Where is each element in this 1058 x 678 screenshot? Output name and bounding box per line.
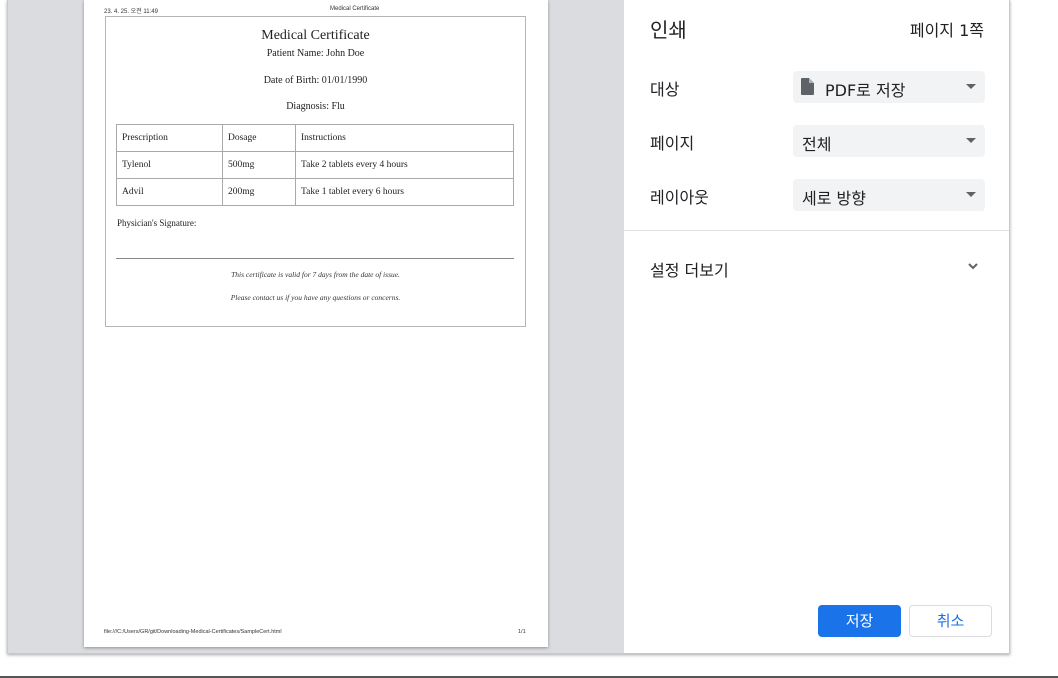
pages-select[interactable]: 전체: [793, 125, 985, 157]
table-cell: Take 2 tablets every 4 hours: [295, 151, 514, 179]
more-settings-label: 설정 더보기: [650, 261, 729, 280]
header-instructions: Instructions: [295, 124, 514, 152]
page-footer-path: file:///C:/Users/GR/git/Downloading-Medi…: [104, 629, 282, 635]
layout-value: 세로 방향: [802, 189, 866, 208]
certificate-box: Medical Certificate Patient Name: John D…: [105, 16, 526, 327]
table-row: Advil 200mg Take 1 tablet every 6 hours: [116, 178, 514, 206]
diagnosis: Diagnosis: Flu: [286, 101, 345, 112]
signature-line: [116, 258, 514, 259]
table-header-row: Prescription Dosage Instructions: [116, 124, 514, 152]
print-dialog: 23. 4. 25. 오전 11:49 Medical Certificate …: [7, 0, 1010, 654]
settings-divider: [624, 230, 1009, 231]
document-icon: [801, 78, 814, 95]
pages-label: 페이지: [650, 134, 695, 153]
certificate-title: Medical Certificate: [261, 28, 370, 43]
destination-label: 대상: [650, 80, 680, 99]
chevron-down-icon: [966, 84, 976, 89]
date-of-birth: Date of Birth: 01/01/1990: [263, 75, 368, 86]
chevron-down-icon: [966, 138, 976, 143]
print-settings-panel: 인쇄 페이지 1쪽 대상 PDF로 저장 페이지 전체 레이아웃 세로 방향 설…: [624, 0, 1009, 653]
layout-label: 레이아웃: [650, 188, 709, 207]
print-preview-area: 23. 4. 25. 오전 11:49 Medical Certificate …: [8, 0, 624, 653]
header-dosage: Dosage: [222, 124, 296, 152]
more-settings-toggle[interactable]: 설정 더보기: [624, 250, 1009, 284]
table-cell: 500mg: [222, 151, 296, 179]
prescription-table: Prescription Dosage Instructions Tylenol…: [116, 124, 514, 206]
page-header-datetime: 23. 4. 25. 오전 11:49: [104, 9, 158, 15]
destination-select[interactable]: PDF로 저장: [793, 71, 985, 103]
header-prescription: Prescription: [116, 124, 223, 152]
chevron-down-icon: [968, 263, 978, 270]
save-button[interactable]: 저장: [818, 605, 901, 637]
layout-select[interactable]: 세로 방향: [793, 179, 985, 211]
patient-name: Patient Name: John Doe: [266, 48, 365, 59]
cancel-button[interactable]: 취소: [909, 605, 992, 637]
preview-page: 23. 4. 25. 오전 11:49 Medical Certificate …: [84, 0, 548, 647]
page-header-title: Medical Certificate: [330, 6, 380, 12]
pages-value: 전체: [802, 135, 832, 154]
table-cell: Advil: [116, 178, 223, 206]
table-cell: Tylenol: [116, 151, 223, 179]
contact-note: Please contact us if you have any questi…: [230, 293, 401, 302]
page-count: 페이지 1쪽: [909, 21, 984, 40]
destination-value: PDF로 저장: [825, 81, 906, 100]
signature-label: Physician's Signature:: [117, 218, 197, 228]
table-row: Tylenol 500mg Take 2 tablets every 4 hou…: [116, 151, 514, 179]
page-footer-number: 1/1: [518, 629, 526, 635]
chevron-down-icon: [966, 192, 976, 197]
table-cell: Take 1 tablet every 6 hours: [295, 178, 514, 206]
validity-note: This certificate is valid for 7 days fro…: [231, 270, 400, 279]
table-cell: 200mg: [222, 178, 296, 206]
dialog-title: 인쇄: [650, 18, 687, 42]
